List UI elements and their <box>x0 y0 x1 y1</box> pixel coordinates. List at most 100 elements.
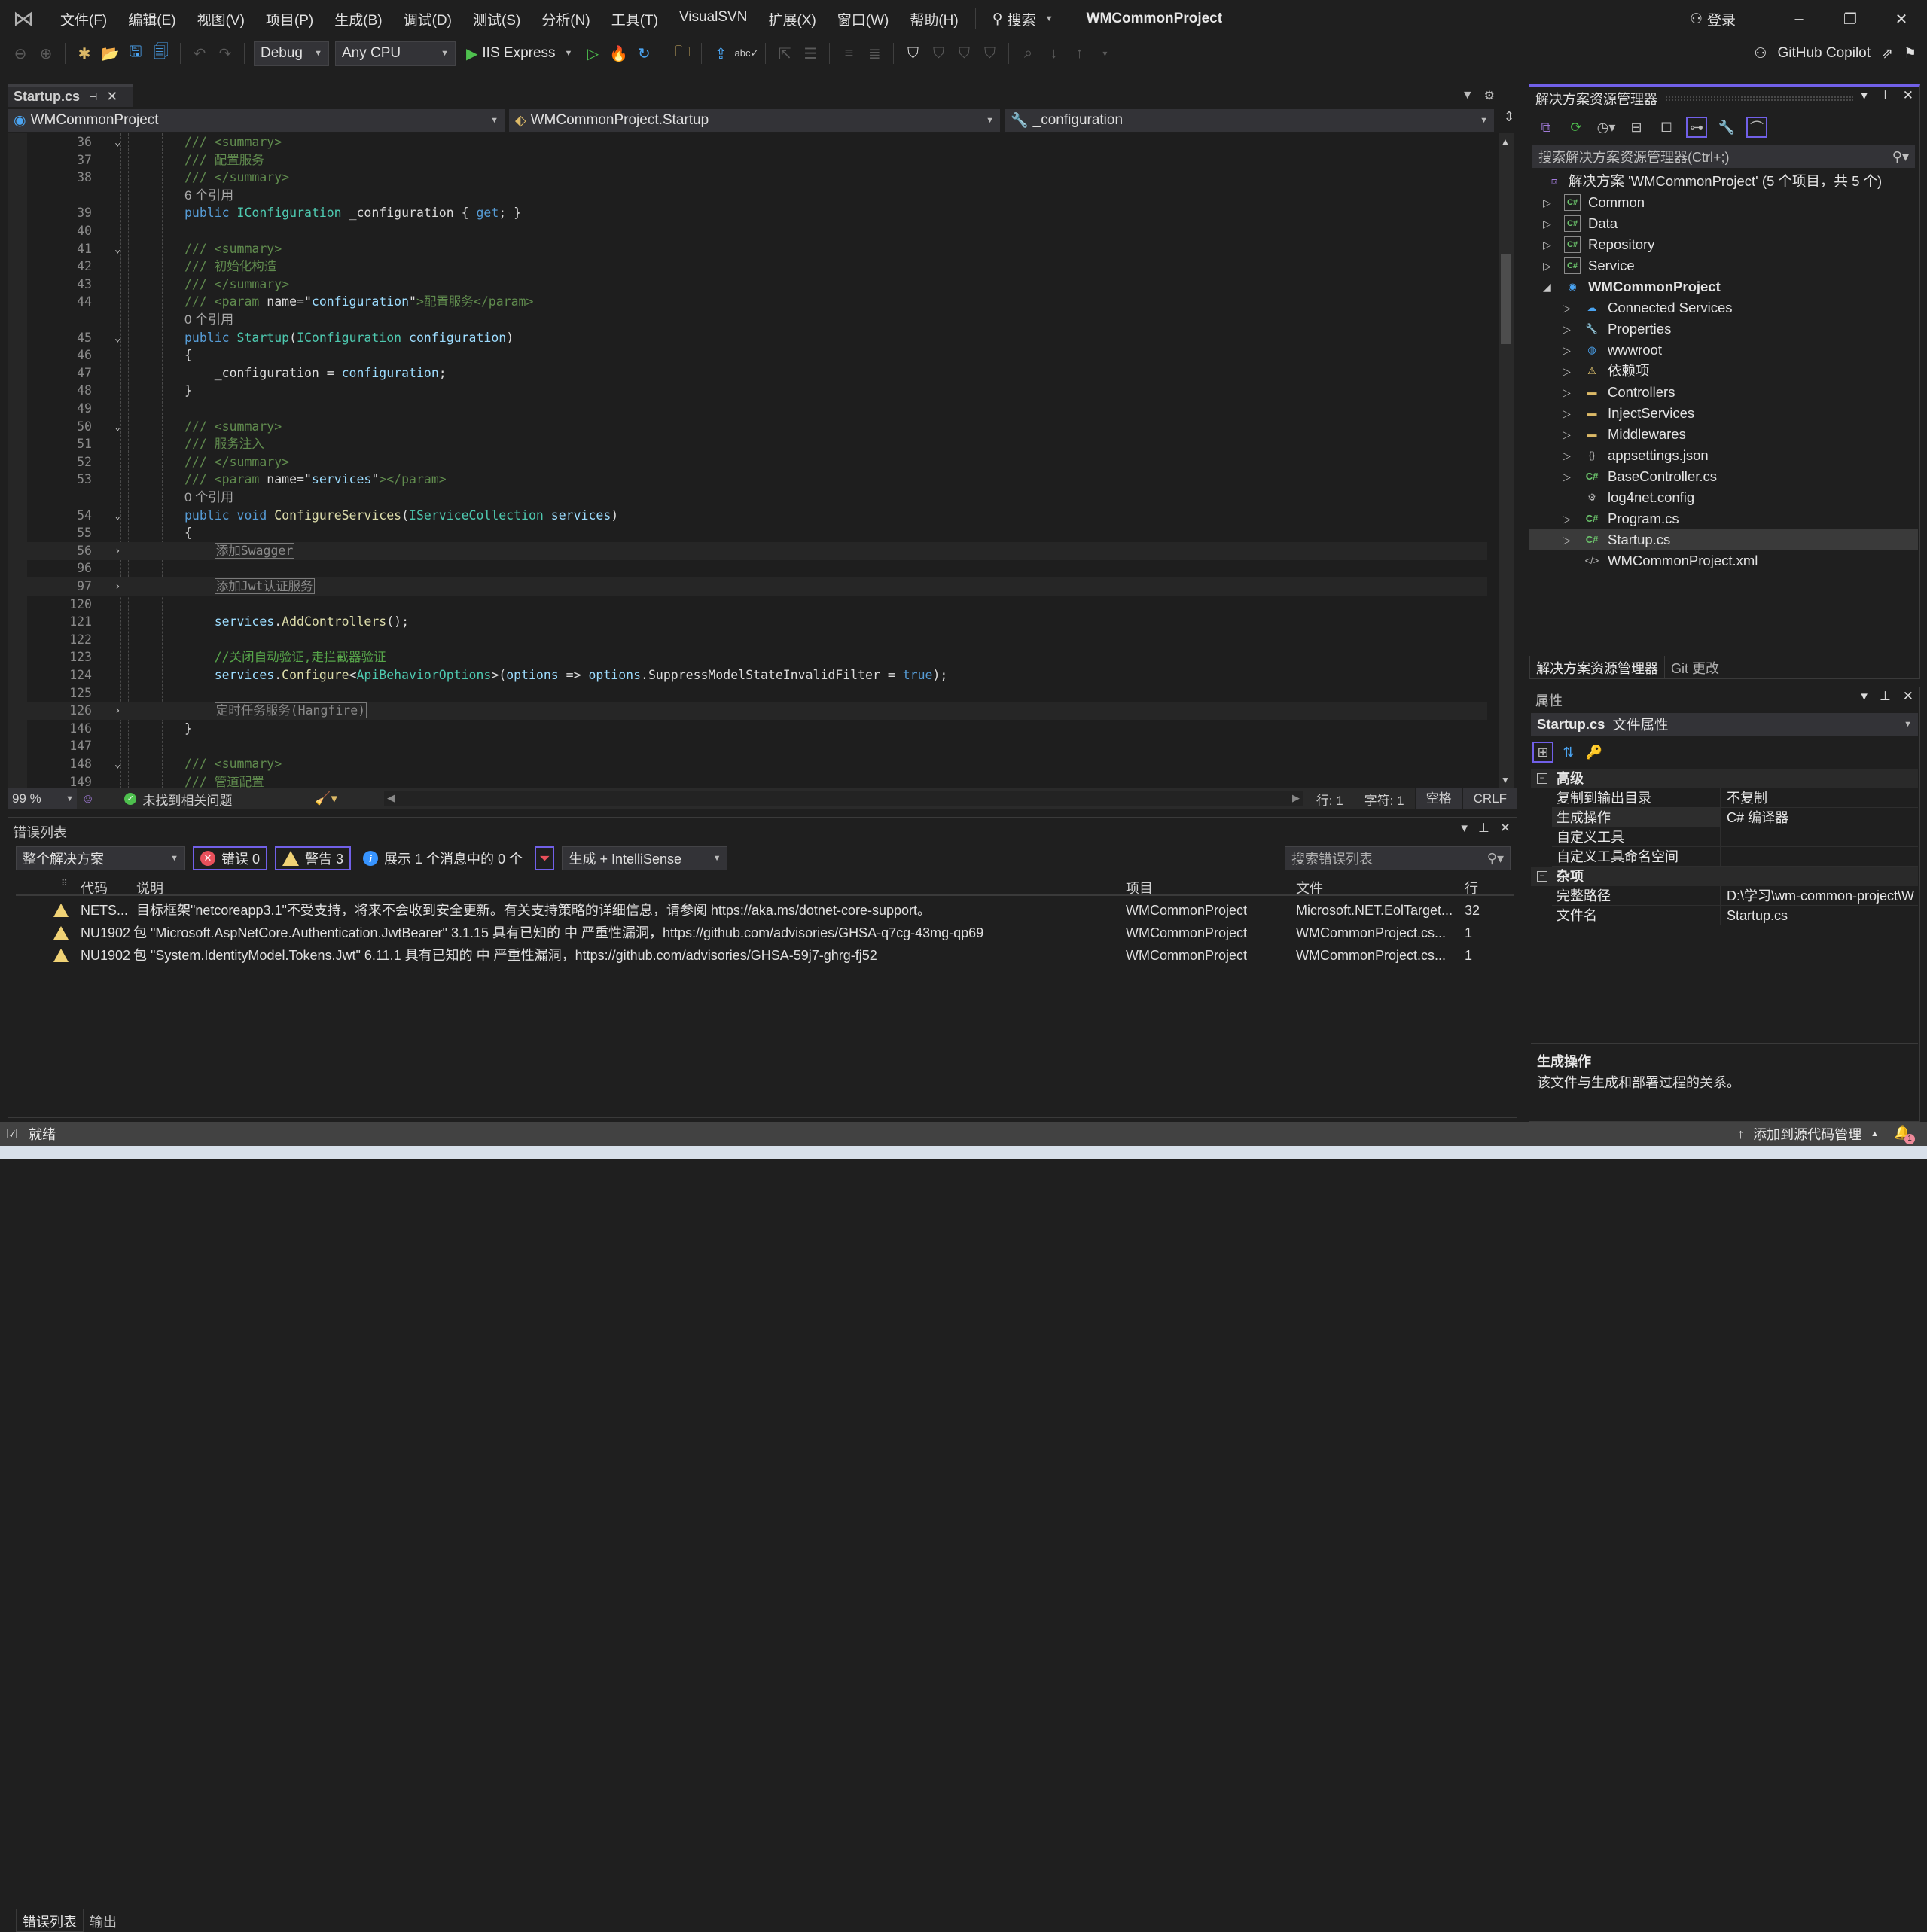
tree-item-controllers[interactable]: ▷ ▬ Controllers <box>1529 382 1918 403</box>
messages-filter-button[interactable]: i 展示 1 个消息中的 0 个 <box>358 849 527 868</box>
close-tab-icon[interactable]: ✕ <box>106 89 117 105</box>
tab-git-changes[interactable]: Git 更改 <box>1665 656 1725 678</box>
filter-button[interactable]: ⏷ <box>535 846 555 870</box>
property-row[interactable]: 文件名 Startup.cs <box>1552 906 1918 925</box>
show-all-files-icon[interactable]: ⧠ <box>1656 117 1677 138</box>
scroll-right-icon[interactable]: ▶ <box>1292 792 1300 804</box>
scroll-down-icon[interactable]: ▼ <box>1501 775 1510 785</box>
next-bookmark-icon[interactable]: ⛉ <box>954 44 974 63</box>
property-row[interactable]: 自定义工具 <box>1552 827 1918 847</box>
solution-node[interactable]: ⧈ 解决方案 'WMCommonProject' (5 个项目，共 5 个) <box>1529 171 1918 192</box>
collapsed-arrow-icon[interactable]: ▷ <box>1543 234 1551 255</box>
window-position-icon[interactable]: ▾ <box>1861 689 1868 704</box>
close-icon[interactable]: ✕ <box>1500 821 1511 836</box>
find-in-files-icon[interactable]: 🗀 <box>672 44 692 63</box>
collapsed-arrow-icon[interactable]: ▷ <box>1563 403 1571 424</box>
arrow-up-icon[interactable]: ↑ <box>1069 44 1089 63</box>
solution-search-input[interactable]: 搜索解决方案资源管理器(Ctrl+;) ⚲▾ <box>1532 145 1915 168</box>
column-description[interactable]: 说明 <box>136 878 163 897</box>
property-row[interactable]: 完整路径 D:\学习\wm-common-project\W <box>1552 886 1918 906</box>
collapsed-arrow-icon[interactable]: ▷ <box>1563 382 1571 403</box>
start-debugging-button[interactable]: ▶ IIS Express ▼ <box>462 44 577 63</box>
github-copilot-button[interactable]: ⚇ GitHub Copilot ⇗ ⚑ <box>1754 38 1916 69</box>
start-without-debugging-icon[interactable]: ▷ <box>583 44 602 63</box>
collapse-icon[interactable]: ⌄ <box>114 133 120 151</box>
tree-item-data[interactable]: ▷ C# Data <box>1529 213 1918 234</box>
error-row[interactable]: NETS... 目标框架"netcoreapp3.1"不受支持，将来不会收到安全更… <box>16 899 1514 922</box>
tree-item--[interactable]: ▷ ⚠ 依赖项 <box>1529 361 1918 382</box>
publish-icon[interactable]: ⇪ <box>711 44 730 63</box>
properties-wrench-icon[interactable]: 🔧 <box>1716 117 1737 138</box>
find-icon[interactable]: ⌕ <box>1018 44 1038 63</box>
tree-item-repository[interactable]: ▷ C# Repository <box>1529 234 1918 255</box>
collapse-all-icon[interactable]: ⊟ <box>1626 117 1647 138</box>
tab-solution-explorer[interactable]: 解决方案资源管理器 <box>1529 656 1665 678</box>
menu-item[interactable]: 工具(T) <box>601 9 669 29</box>
menu-item[interactable]: 项目(P) <box>255 9 324 29</box>
save-all-icon[interactable]: 🗐 <box>151 44 171 63</box>
navigate-forward-icon[interactable]: ⊕ <box>36 44 56 63</box>
collapsed-region[interactable]: 添加Jwt认证服务 <box>214 578 315 594</box>
categorized-icon[interactable]: ⊞ <box>1532 742 1553 763</box>
scroll-up-icon[interactable]: ▲ <box>1501 136 1510 147</box>
indentation-mode[interactable]: 空格 <box>1414 788 1462 809</box>
close-icon[interactable]: ✕ <box>1903 689 1913 704</box>
switch-views-icon[interactable]: ⧉ <box>1535 117 1557 138</box>
collapsed-arrow-icon[interactable]: ▷ <box>1563 445 1571 466</box>
tree-item-common[interactable]: ▷ C# Common <box>1529 192 1918 213</box>
source-dropdown[interactable]: 生成 + IntelliSense ▼ <box>562 846 728 870</box>
window-position-icon[interactable]: ▾ <box>1861 88 1868 103</box>
platform-dropdown[interactable]: Any CPU ▼ <box>335 41 456 66</box>
line-ending[interactable]: CRLF <box>1462 788 1517 809</box>
property-value[interactable]: Startup.cs <box>1725 906 1918 925</box>
open-file-icon[interactable]: 📂 <box>100 44 120 63</box>
arrow-down-icon[interactable]: ↓ <box>1044 44 1063 63</box>
close-icon[interactable]: ✕ <box>1903 88 1913 103</box>
tree-item-startup-cs[interactable]: ▷ C# Startup.cs <box>1529 529 1918 550</box>
column-file[interactable]: 文件 <box>1296 878 1323 897</box>
comment-icon[interactable]: ≡ <box>839 44 858 63</box>
menu-item[interactable]: 调试(D) <box>393 9 462 29</box>
collapsed-arrow-icon[interactable]: ▷ <box>1563 297 1571 318</box>
collapsed-arrow-icon[interactable]: ▷ <box>1563 466 1571 487</box>
codelens-references[interactable]: 0 个引用 <box>184 490 233 504</box>
property-row[interactable]: 自定义工具命名空间 <box>1552 847 1918 867</box>
spell-check-icon[interactable]: abc✓ <box>735 44 759 63</box>
preview-selected-icon[interactable]: ⌒ <box>1746 117 1767 138</box>
intellicode-icon[interactable]: ☺ <box>81 791 94 806</box>
collapse-icon[interactable]: ⌄ <box>114 507 120 525</box>
error-search-input[interactable]: 搜索错误列表 ⚲▾ <box>1285 846 1511 870</box>
minimize-button[interactable]: – <box>1773 11 1825 28</box>
menu-item[interactable]: 扩展(X) <box>758 9 826 29</box>
bookmark-icon[interactable]: ⛉ <box>903 44 922 63</box>
tree-item-middlewares[interactable]: ▷ ▬ Middlewares <box>1529 424 1918 445</box>
close-window-button[interactable]: ✕ <box>1876 10 1927 29</box>
expand-icon[interactable]: › <box>114 542 120 560</box>
tab-error-list[interactable]: 错误列表 <box>16 1909 84 1932</box>
add-to-source-control-button[interactable]: ↑ 添加到源代码管理 ▲ <box>1737 1124 1879 1144</box>
pin-icon[interactable]: ⊥ <box>1880 689 1891 704</box>
collapse-icon[interactable]: − <box>1537 871 1547 882</box>
char-number[interactable]: 字符: 1 <box>1354 790 1415 809</box>
property-row[interactable]: 复制到输出目录 不复制 <box>1552 788 1918 808</box>
collapsed-arrow-icon[interactable]: ▷ <box>1563 424 1571 445</box>
property-category[interactable]: − 杂项 <box>1531 867 1918 886</box>
error-row[interactable]: NU1902 包 "System.IdentityModel.Tokens.Jwt… <box>16 944 1514 967</box>
tab-list-dropdown-icon[interactable]: ▼ <box>1462 89 1474 102</box>
menu-item[interactable]: 生成(B) <box>324 9 392 29</box>
tree-item-service[interactable]: ▷ C# Service <box>1529 255 1918 276</box>
tree-item-connected-services[interactable]: ▷ ☁ Connected Services <box>1529 297 1918 318</box>
pin-icon[interactable]: ⊥ <box>1478 821 1489 836</box>
collapsed-arrow-icon[interactable]: ▷ <box>1563 529 1571 550</box>
tree-item-properties[interactable]: ▷ 🔧 Properties <box>1529 318 1918 340</box>
column-line[interactable]: 行 <box>1465 878 1478 897</box>
refresh-icon[interactable]: ↻ <box>634 44 654 63</box>
expand-icon[interactable]: › <box>114 577 120 596</box>
member-dropdown[interactable]: 🔧 _configuration ▼ <box>1005 109 1494 132</box>
toolbar-overflow-icon[interactable]: ▾ <box>1095 44 1114 63</box>
window-position-icon[interactable]: ▾ <box>1461 821 1468 836</box>
history-filter-icon[interactable]: ◷▾ <box>1596 117 1617 138</box>
column-code[interactable]: 代码 <box>81 878 108 897</box>
collapsed-region[interactable]: 添加Swagger <box>214 542 295 559</box>
scrollbar-thumb[interactable] <box>1501 254 1511 344</box>
